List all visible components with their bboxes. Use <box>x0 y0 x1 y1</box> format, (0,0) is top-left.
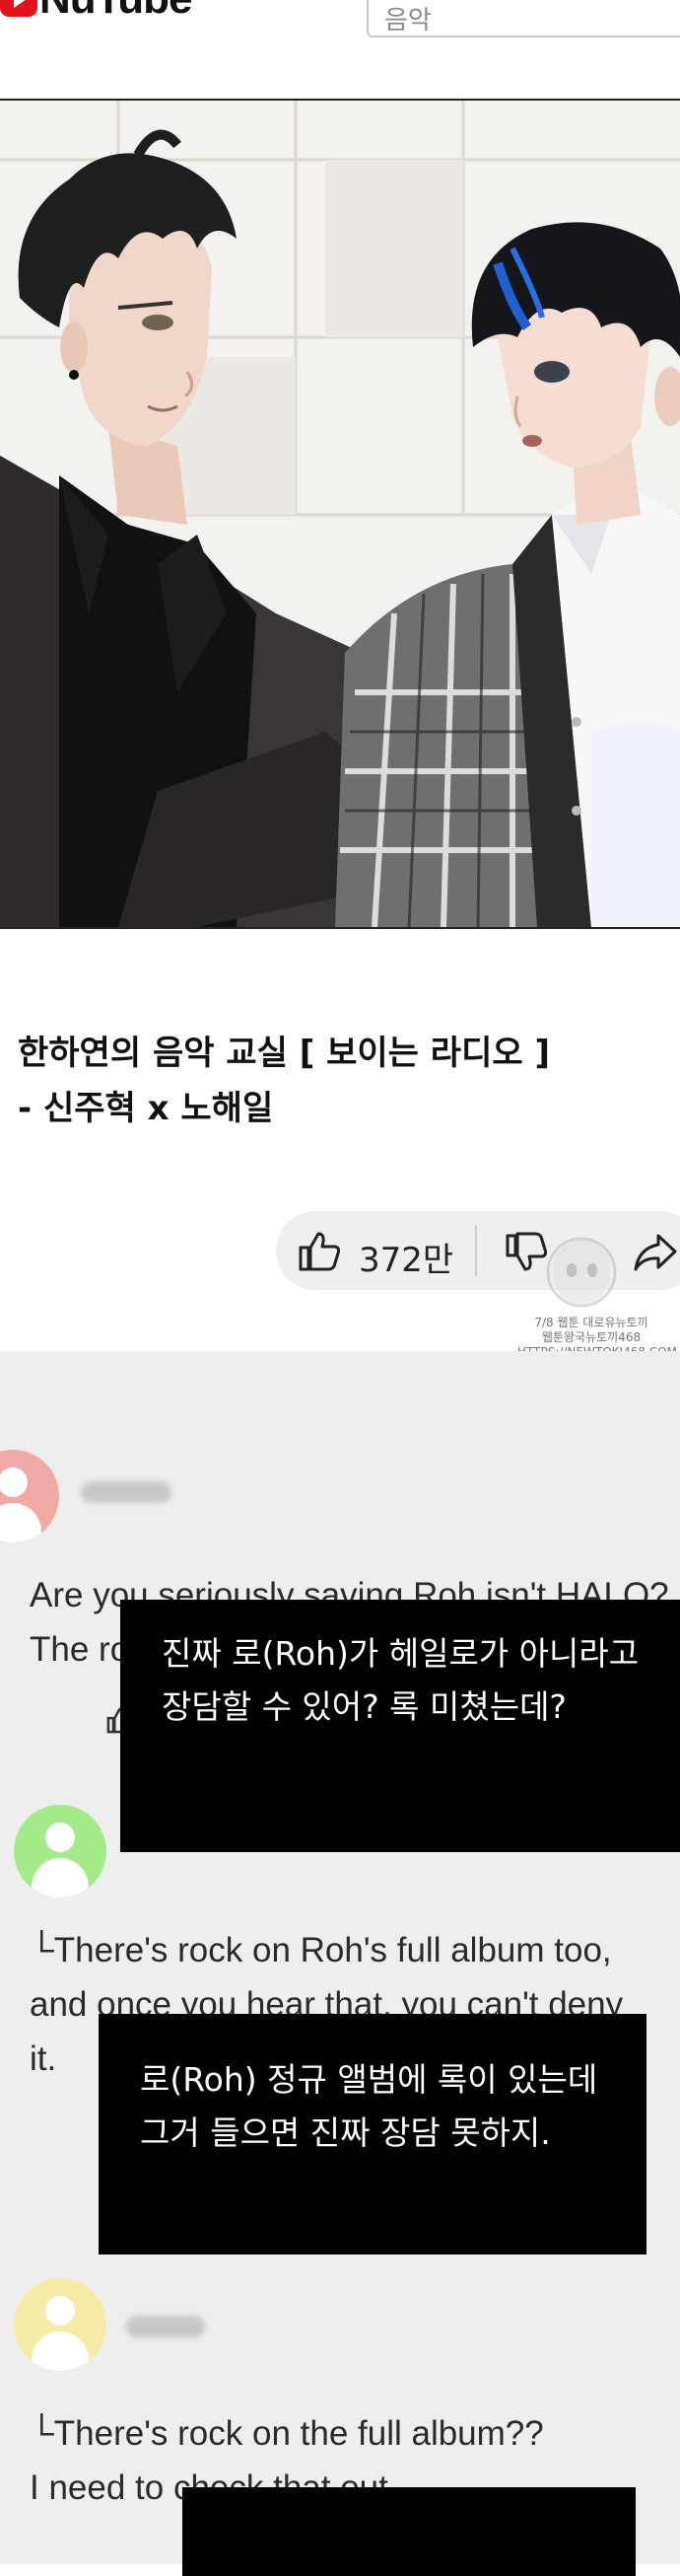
user-icon <box>0 1467 28 1497</box>
username-blurred <box>126 2316 205 2337</box>
translation-box: 진짜 로(Roh)가 헤일로가 아니라고 장담할 수 있어? 록 미쳤는데? <box>120 1600 680 1852</box>
avatar[interactable] <box>0 1450 59 1542</box>
comments-section: Are you seriously saving Roh isn't HALO?… <box>0 1351 680 2576</box>
anime-characters-illustration <box>0 101 680 927</box>
video-thumbnail-illustration[interactable] <box>0 101 680 929</box>
thumbs-up-icon[interactable] <box>298 1230 341 1276</box>
app-logo[interactable]: NuTube <box>0 0 192 24</box>
search-value: 음악 <box>384 5 432 35</box>
logo-text: NuTube <box>39 0 192 24</box>
video-title: 한하연의 음악 교실 [ 보이는 라디오 ] - 신주혁 x 노해일 <box>18 1034 551 1128</box>
avatar[interactable] <box>14 1805 106 1897</box>
top-bar: NuTube 음악 <box>0 0 680 101</box>
like-count: 372만 <box>359 1241 454 1280</box>
username-blurred <box>81 1481 171 1503</box>
play-logo-icon <box>0 0 37 17</box>
search-input[interactable]: 음악 <box>367 0 680 37</box>
translation-box: 로(Roh) 정규 앨범에 록이 있는데 그거 들으면 진짜 장담 못하지. <box>99 2014 646 2254</box>
action-divider <box>475 1225 477 1276</box>
user-icon <box>45 1823 75 1852</box>
avatar[interactable] <box>14 2278 106 2371</box>
user-icon <box>45 2296 75 2326</box>
translation-box <box>182 2487 636 2576</box>
